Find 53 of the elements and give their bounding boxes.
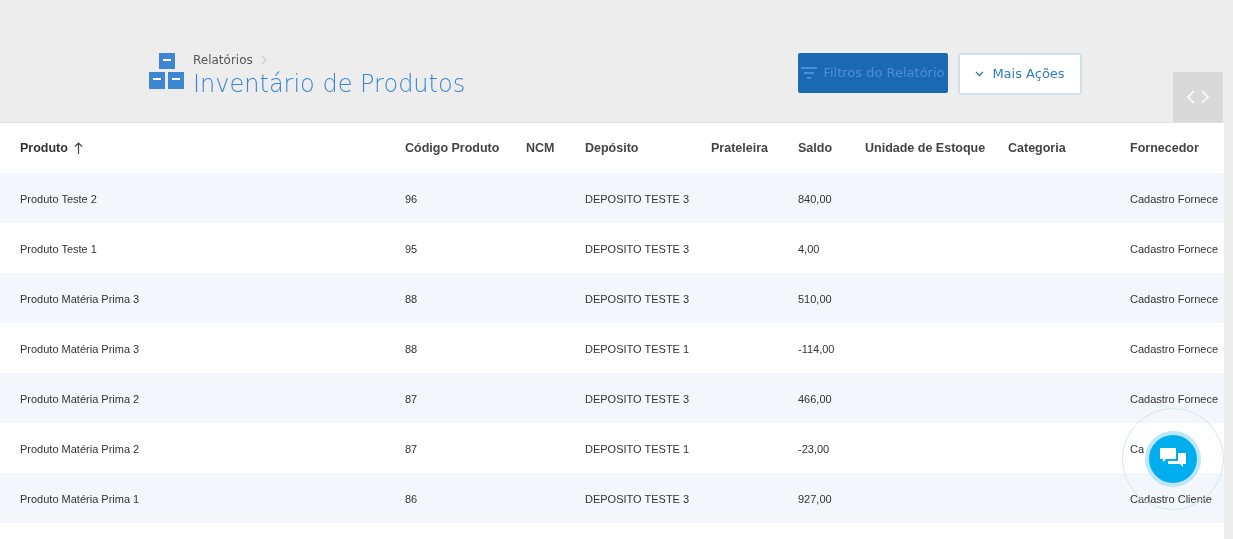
table-cell: -114,00	[798, 343, 835, 355]
table-cell: 466,00	[798, 393, 832, 405]
table-cell: DEPOSITO TESTE 3	[585, 293, 690, 305]
table-cell: Cadastro Fornece	[1130, 393, 1219, 405]
table-cell: Produto Teste 2	[20, 193, 97, 205]
table-cell: Produto Matéria Prima 2	[20, 393, 140, 405]
table-cell: -23,00	[798, 443, 830, 455]
table-cell: DEPOSITO TESTE 3	[585, 193, 690, 205]
column-header[interactable]: Saldo	[798, 138, 833, 158]
breadcrumb-link[interactable]: Relatórios	[193, 51, 253, 69]
column-header[interactable]: Código Produto	[405, 138, 500, 158]
table-cell: Produto Matéria Prima 1	[20, 493, 140, 505]
page-title: Inventário de Produtos	[193, 69, 466, 99]
table-cell: Ca	[1130, 443, 1145, 455]
table-cell: DEPOSITO TESTE 1	[585, 343, 690, 355]
table-cell: 95	[405, 243, 418, 255]
more-actions-button[interactable]: Mais Ações	[958, 53, 1082, 95]
chevron-right-icon	[260, 55, 267, 65]
table-cell: 88	[405, 343, 418, 355]
table-cell: 88	[405, 293, 418, 305]
table-cell: 4,00	[798, 243, 820, 255]
column-header[interactable]: Depósito	[585, 138, 639, 158]
table-cell: Cadastro Cliente	[1130, 493, 1212, 505]
table-cell: 927,00	[798, 493, 832, 505]
sort-up-icon	[73, 142, 83, 154]
table-cell: Cadastro Fornece	[1130, 343, 1219, 355]
table-cell: Cadastro Fornece	[1130, 293, 1219, 305]
table-cell: 96	[405, 193, 418, 205]
chevron-down-icon	[975, 71, 985, 77]
table-cell: Cadastro Fornece	[1130, 243, 1219, 255]
boxes-icon	[149, 53, 184, 91]
table-cell: Cadastro Fornece	[1130, 193, 1219, 205]
table-cell: 86	[405, 493, 418, 505]
column-header[interactable]: Produto	[20, 138, 83, 158]
table-cell: 87	[405, 443, 418, 455]
column-header[interactable]: Categoria	[1008, 138, 1066, 158]
column-header[interactable]: Unidade de Estoque	[865, 138, 986, 158]
table-cell: 510,00	[798, 293, 832, 305]
filter-icon	[801, 67, 818, 79]
table-cell: DEPOSITO TESTE 3	[585, 243, 690, 255]
table-cell: DEPOSITO TESTE 3	[585, 493, 690, 505]
table-cell: 87	[405, 393, 418, 405]
table-cell: DEPOSITO TESTE 1	[585, 443, 690, 455]
table-cell: 840,00	[798, 193, 832, 205]
table-cell: Produto Matéria Prima 3	[20, 293, 140, 305]
column-header[interactable]: NCM	[526, 138, 555, 158]
table-cell: Produto Matéria Prima 3	[20, 343, 140, 355]
table-cell: Produto Matéria Prima 2	[20, 443, 140, 455]
table-cell: DEPOSITO TESTE 3	[585, 393, 690, 405]
column-header[interactable]: Prateleira	[711, 138, 768, 158]
column-header[interactable]: Fornecedor	[1130, 138, 1199, 158]
chevrons-left-right-icon	[1187, 90, 1209, 104]
table-cell: Produto Teste 1	[20, 243, 97, 255]
